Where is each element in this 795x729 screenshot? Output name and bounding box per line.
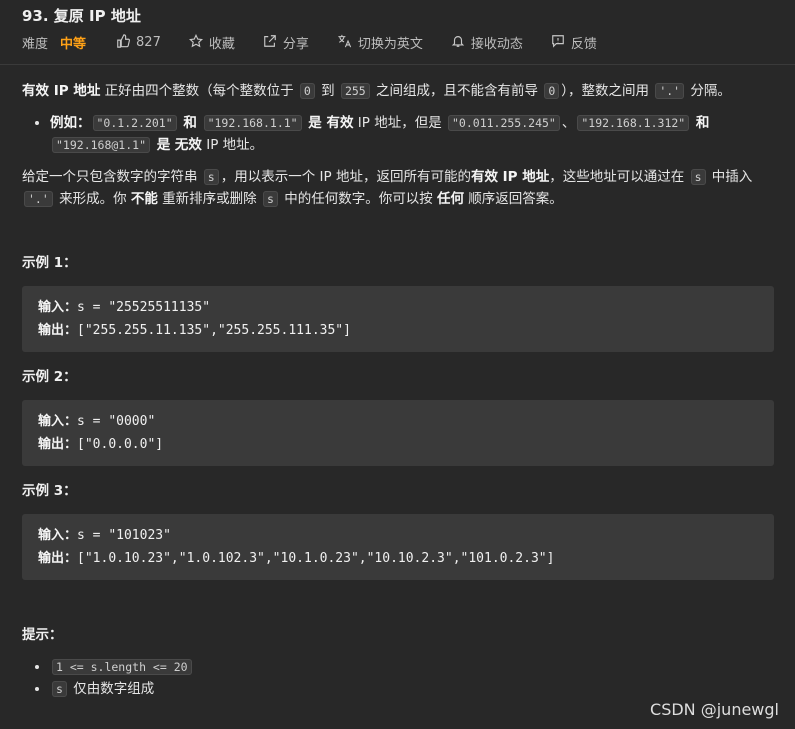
difficulty-label: 难度: [22, 37, 49, 52]
text: 、: [561, 115, 576, 131]
input-label: 输入：: [38, 528, 78, 543]
text: 顺序返回答案。: [464, 191, 563, 207]
text: 重新排序或删除: [157, 191, 261, 207]
example-2-block: 输入：s = "0000" 输出：["0.0.0.0"]: [22, 400, 774, 466]
watermark: CSDN @junewgl: [650, 700, 779, 719]
difficulty: 难度 中等: [22, 33, 86, 52]
description-paragraph-1: 有效 IP 地址 正好由四个整数（每个整数位于 0 到 255 之间组成，且不能…: [22, 80, 774, 102]
output-label: 输出：: [38, 437, 78, 452]
bold-term: 有效 IP 地址: [470, 169, 550, 185]
translate-button[interactable]: 切换为英文: [337, 33, 423, 52]
text: 仅由数字组成: [68, 681, 155, 697]
inline-code: 0: [299, 83, 315, 99]
share-label: 分享: [282, 37, 309, 52]
input-label: 输入：: [38, 414, 78, 429]
text: 之间组成，且不能含有前导: [371, 83, 543, 99]
inline-code: "0.1.2.201": [92, 115, 177, 131]
text: 中的任何数字。你可以按: [279, 191, 437, 207]
example-output: ["255.255.11.135","255.255.111.35"]: [77, 323, 351, 338]
text: ），整数之间用: [561, 83, 654, 99]
text: 分隔。: [686, 83, 731, 99]
like-button[interactable]: 827: [116, 33, 161, 52]
inline-code: 1 <= s.length <= 20: [52, 659, 192, 675]
inline-code: "192.168.1.1": [203, 115, 302, 131]
hints-list: 1 <= s.length <= 20 s 仅由数字组成: [22, 656, 774, 700]
description-paragraph-2: 给定一个只包含数字的字符串 s ，用以表示一个 IP 地址，返回所有可能的有效 I…: [22, 166, 774, 210]
text: ，用以表示一个 IP 地址，返回所有可能的: [220, 169, 471, 185]
bold-term: 无效: [174, 137, 202, 153]
output-label: 输出：: [38, 551, 78, 566]
output-label: 输出：: [38, 323, 78, 338]
inline-code: '.': [655, 83, 685, 99]
collect-label: 收藏: [208, 37, 235, 52]
divider: [0, 64, 795, 65]
share-icon: [263, 34, 277, 52]
share-button[interactable]: 分享: [263, 33, 309, 52]
bold-term: 是: [152, 137, 175, 153]
inline-code: s: [52, 681, 67, 697]
subscribe-button[interactable]: 接收动态: [451, 33, 523, 52]
text: ，这些地址可以通过在: [549, 169, 689, 185]
problem-description: 有效 IP 地址 正好由四个整数（每个整数位于 0 到 255 之间组成，且不能…: [22, 80, 774, 710]
example-2-heading: 示例 2：: [22, 369, 77, 385]
bold-term: 有效 IP 地址: [22, 83, 101, 99]
example-input: s = "101023": [77, 528, 171, 543]
inline-code: 255: [340, 83, 370, 99]
list-item: s 仅由数字组成: [50, 678, 774, 700]
inline-code: 0: [544, 83, 560, 99]
inline-code: "0.011.255.245": [448, 115, 560, 131]
problem-title: 93. 复原 IP 地址: [22, 7, 141, 25]
translate-icon: [337, 34, 352, 52]
bold-term: 和: [691, 115, 710, 131]
inline-code: s: [203, 169, 219, 185]
feedback-icon: [551, 34, 565, 52]
example-3-block: 输入：s = "101023" 输出：["1.0.10.23","1.0.102…: [22, 514, 774, 580]
inline-code: s: [690, 169, 706, 185]
subscribe-label: 接收动态: [470, 37, 523, 52]
bold-term: 和: [178, 115, 202, 131]
hints-heading: 提示：: [22, 627, 63, 643]
bold-term: 不能: [130, 191, 158, 207]
inline-code: s: [262, 191, 278, 207]
inline-code: "192.168@1.1": [52, 137, 151, 153]
bold-term: 是: [303, 115, 327, 131]
text: IP 地址。: [201, 137, 264, 153]
text: 正好由四个整数（每个整数位于: [100, 83, 298, 99]
example-input: s = "0000": [77, 414, 156, 429]
bold-term: 例如：: [50, 115, 91, 131]
example-3-heading: 示例 3：: [22, 483, 77, 499]
example-output: ["0.0.0.0"]: [77, 437, 164, 452]
text: 给定一个只包含数字的字符串: [22, 169, 202, 185]
star-icon: [188, 33, 203, 52]
list-item: 1 <= s.length <= 20: [50, 656, 774, 678]
input-label: 输入：: [38, 300, 78, 315]
text: IP 地址，但是: [353, 115, 446, 131]
example-list: 例如："0.1.2.201" 和 "192.168.1.1" 是 有效 IP 地…: [22, 112, 774, 156]
text: 来形成。你: [54, 191, 131, 207]
bell-icon: [451, 34, 465, 52]
text: 到: [316, 83, 339, 99]
inline-code: "192.168.1.312": [577, 115, 690, 131]
feedback-label: 反馈: [570, 37, 597, 52]
list-item: 例如："0.1.2.201" 和 "192.168.1.1" 是 有效 IP 地…: [50, 112, 774, 156]
difficulty-badge: 中等: [60, 37, 87, 52]
bold-term: 有效: [326, 115, 354, 131]
collect-button[interactable]: 收藏: [188, 33, 235, 52]
example-1-heading: 示例 1：: [22, 255, 77, 271]
example-1-block: 输入：s = "25525511135" 输出：["255.255.11.135…: [22, 286, 774, 352]
feedback-button[interactable]: 反馈: [551, 33, 597, 52]
example-output: ["1.0.10.23","1.0.102.3","10.1.0.23","10…: [77, 551, 555, 566]
like-count: 827: [136, 35, 161, 50]
translate-label: 切换为英文: [357, 37, 423, 52]
problem-toolbar: 难度 中等 827 收藏 分享 切换为英文 接收动态 反馈: [22, 33, 625, 52]
inline-code: '.': [24, 191, 53, 207]
example-input: s = "25525511135": [77, 300, 211, 315]
thumbs-up-icon: [116, 33, 131, 52]
text: 中插入: [707, 169, 753, 185]
bold-term: 任何: [437, 191, 464, 207]
